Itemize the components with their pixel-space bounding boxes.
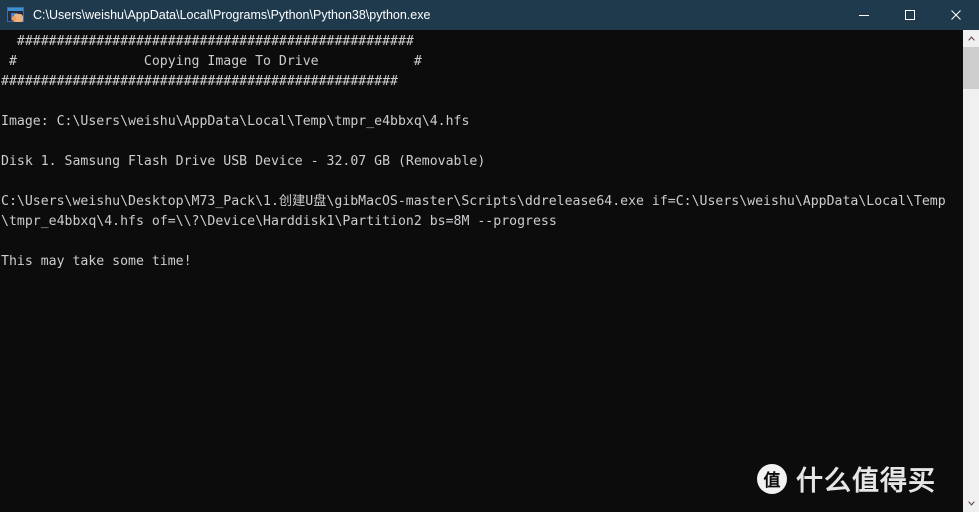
scrollbar-track[interactable] — [963, 47, 979, 495]
watermark-logo-icon: 值 — [757, 463, 787, 494]
maximize-button[interactable] — [887, 0, 933, 30]
close-button[interactable] — [933, 0, 979, 30]
watermark-text: 什么值得买 — [796, 466, 936, 497]
console-window: C:\Users\weishu\AppData\Local\Programs\P… — [0, 0, 979, 512]
minimize-button[interactable] — [841, 0, 887, 30]
console-output-panel[interactable]: ########################################… — [0, 30, 962, 512]
watermark: 值 什么值得买 — [757, 459, 936, 498]
scroll-up-arrow-icon[interactable] — [963, 30, 979, 47]
scroll-down-arrow-icon[interactable] — [963, 495, 979, 512]
title-bar-left: C:\Users\weishu\AppData\Local\Programs\P… — [0, 0, 841, 30]
title-bar[interactable]: C:\Users\weishu\AppData\Local\Programs\P… — [0, 0, 979, 30]
python-console-icon — [7, 6, 25, 24]
window-title: C:\Users\weishu\AppData\Local\Programs\P… — [33, 8, 431, 22]
scroll-thumb[interactable] — [963, 47, 979, 89]
window-controls — [841, 0, 979, 30]
vertical-scrollbar[interactable] — [962, 30, 979, 512]
console-output-text: ########################################… — [1, 34, 946, 269]
console-area: ########################################… — [0, 30, 979, 512]
